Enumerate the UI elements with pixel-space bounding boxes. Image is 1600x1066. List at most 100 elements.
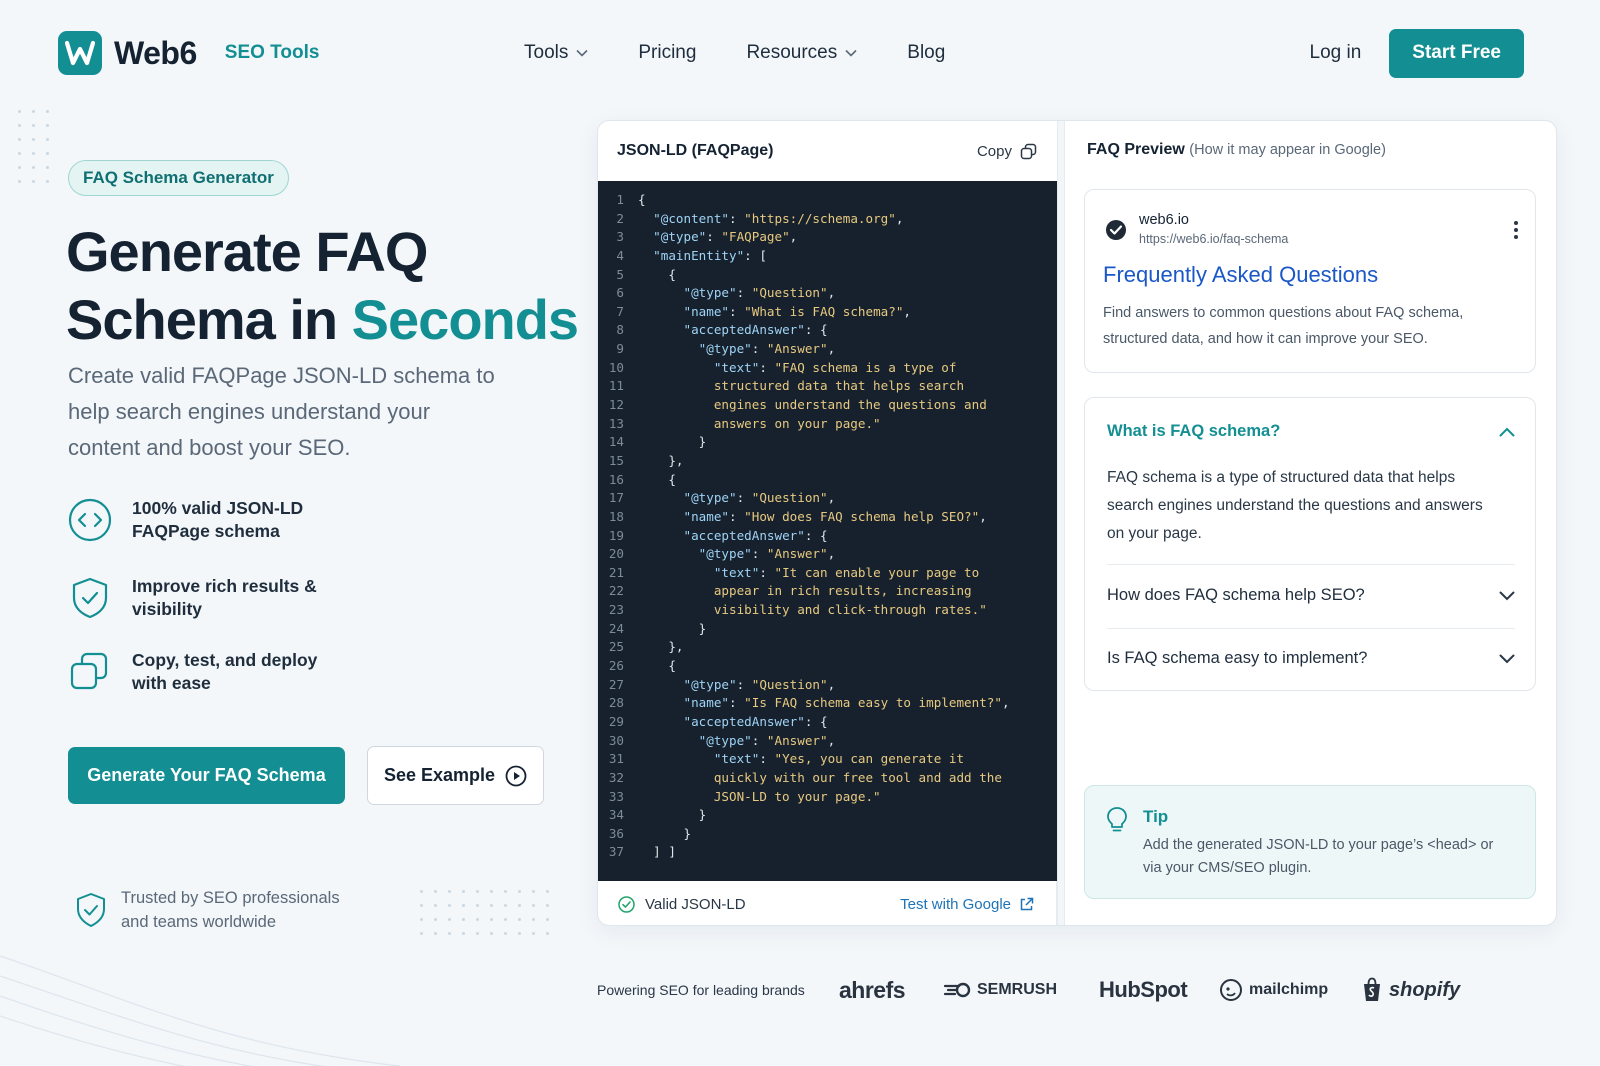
test-with-google-link[interactable]: Test with Google — [900, 896, 1034, 913]
serp-title-link[interactable]: Frequently Asked Questions — [1103, 262, 1378, 288]
code-line: 27 "@type": "Question", — [598, 676, 1057, 695]
code-text: "text": "Yes, you can generate it — [713, 751, 965, 767]
hero-badge: FAQ Schema Generator — [68, 160, 289, 196]
line-number: 31 — [608, 751, 624, 767]
line-number: 29 — [608, 713, 624, 729]
line-number: 30 — [608, 732, 624, 748]
code-text: "name": "What is FAQ schema?", — [683, 303, 912, 319]
faq-question-2[interactable]: How does FAQ schema help SEO? — [1107, 586, 1515, 605]
code-text: }, — [638, 639, 684, 655]
validation-label: Valid JSON-LD — [645, 895, 746, 913]
code-line: 16 { — [598, 471, 1057, 490]
code-text: "mainEntity": [ — [653, 247, 767, 263]
code-line: 4 "mainEntity": [ — [598, 247, 1057, 266]
copy-icon — [1020, 143, 1037, 159]
trusted-note: Trusted by SEO professionals and teams w… — [75, 886, 361, 934]
start-free-button[interactable]: Start Free — [1389, 28, 1524, 78]
code-line: 21 "text": "It can enable your page to — [598, 564, 1057, 583]
line-number: 12 — [608, 397, 624, 413]
faq-question-label: What is FAQ schema? — [1107, 422, 1281, 440]
code-text: "@type": "Answer", — [698, 341, 836, 357]
faq-question-1[interactable]: What is FAQ schema? — [1107, 422, 1515, 441]
code-line: 25 }, — [598, 638, 1057, 657]
nav-actions: Log in Start Free — [1310, 28, 1524, 78]
code-line: 18 "name": "How does FAQ schema help SEO… — [598, 508, 1057, 527]
code-line: 36 } — [598, 825, 1057, 844]
line-number: 15 — [608, 452, 624, 468]
json-ld-code-block[interactable]: 1 {2 "@content": "https://schema.org", 3 "… — [598, 181, 1057, 881]
code-text: } — [638, 807, 707, 823]
code-text: "@type": "Question", — [683, 676, 836, 692]
trusted-text: Trusted by SEO professionals and teams w… — [121, 889, 340, 931]
shopify-bag-icon — [1364, 977, 1380, 1001]
hero-title-accent: Seconds — [351, 288, 579, 351]
faq-accordion: What is FAQ schema? FAQ schema is a type… — [1084, 397, 1536, 691]
code-text: "@type": "Question", — [683, 490, 836, 506]
code-text: { — [638, 471, 676, 487]
line-number: 8 — [616, 322, 624, 338]
code-line: 9 "@type": "Answer", — [598, 340, 1057, 359]
code-line: 11 structured data that helps search — [598, 377, 1057, 396]
brand-name[interactable]: Web6 — [114, 35, 197, 72]
code-text: appear in rich results, increasing — [638, 583, 972, 599]
line-number: 1 — [616, 192, 624, 207]
code-panel-title: JSON-LD (FAQPage) — [617, 142, 774, 159]
tip-text: Add the generated JSON-LD to your page’s… — [1143, 837, 1494, 876]
code-text: } — [638, 620, 707, 636]
code-text: visibility and click-through rates." — [638, 602, 987, 618]
code-text: "name": "Is FAQ schema easy to implement… — [683, 695, 1010, 711]
nav-item-label: Tools — [524, 42, 569, 63]
site-favicon-icon — [1106, 220, 1126, 240]
panel-divider — [1057, 121, 1065, 925]
nav-item-tools[interactable]: Tools — [524, 42, 588, 64]
brand-logo-hubspot: HubSpot — [1099, 977, 1188, 1002]
see-example-button[interactable]: See Example — [367, 746, 544, 805]
code-text: "name": "How does FAQ schema help SEO?", — [683, 508, 987, 524]
line-number: 32 — [608, 769, 624, 785]
brands-label: Powering SEO for leading brands — [597, 982, 805, 998]
preview-subtitle: (How it may appear in Google) — [1189, 142, 1386, 158]
nav-item-blog[interactable]: Blog — [907, 42, 945, 64]
copy-button[interactable]: Copy — [977, 143, 1037, 160]
line-number: 26 — [608, 658, 624, 674]
serp-description: Find answers to common questions about F… — [1103, 305, 1464, 347]
shield-check-icon — [77, 893, 105, 927]
faq-question-3[interactable]: Is FAQ schema easy to implement? — [1107, 649, 1515, 668]
logo-mark[interactable] — [58, 31, 102, 75]
code-line: 2 "@content": "https://schema.org", — [598, 210, 1057, 229]
nav-item-label: Blog — [907, 42, 946, 63]
semrush-mark-icon — [943, 982, 971, 998]
line-number: 24 — [608, 620, 624, 636]
login-link[interactable]: Log in — [1310, 42, 1362, 64]
more-vertical-icon[interactable] — [1513, 220, 1519, 240]
code-line: 32 quickly with our free tool and add th… — [598, 769, 1057, 788]
generator-card: JSON-LD (FAQPage) Copy 1 {2 "@content": "… — [597, 120, 1557, 926]
hero-description: Create valid FAQPage JSON-LD schema to h… — [68, 363, 495, 460]
code-line: 24 } — [598, 620, 1057, 639]
logo-w-icon — [65, 40, 95, 66]
code-line: 33 JSON-LD to your page." — [598, 788, 1057, 807]
nav-item-label: Resources — [746, 42, 838, 63]
nav-item-pricing[interactable]: Pricing — [638, 42, 696, 64]
line-number: 3 — [616, 229, 624, 245]
line-number: 2 — [616, 210, 624, 226]
serp-result-card: web6.io https://web6.io/faq-schema Frequ… — [1084, 189, 1536, 373]
code-line: 19 "acceptedAnswer": { — [598, 527, 1057, 546]
test-label: Test with Google — [900, 895, 1011, 913]
validation-status: Valid JSON-LD — [618, 896, 746, 913]
line-number: 36 — [608, 825, 624, 841]
line-number: 11 — [608, 378, 624, 394]
feature-text: Copy, test, and deploy with ease — [132, 650, 318, 693]
brand-logo-shopify: shopify — [1361, 977, 1460, 1003]
code-text: quickly with our free tool and add the — [638, 769, 1002, 785]
serp-url: https://web6.io/faq-schema — [1139, 232, 1289, 246]
code-line: 8 "acceptedAnswer": { — [598, 321, 1057, 340]
code-line: 28 "name": "Is FAQ schema easy to implem… — [598, 694, 1057, 713]
chevron-down-icon — [576, 49, 588, 57]
brand-label: SEMRUSH — [977, 981, 1058, 998]
line-number: 9 — [616, 341, 624, 357]
preview-title: FAQ Preview — [1087, 141, 1185, 158]
feature-text: 100% valid JSON-LD FAQPage schema — [132, 498, 304, 541]
generate-schema-button[interactable]: Generate Your FAQ Schema — [68, 747, 345, 804]
nav-item-resources[interactable]: Resources — [746, 42, 857, 64]
